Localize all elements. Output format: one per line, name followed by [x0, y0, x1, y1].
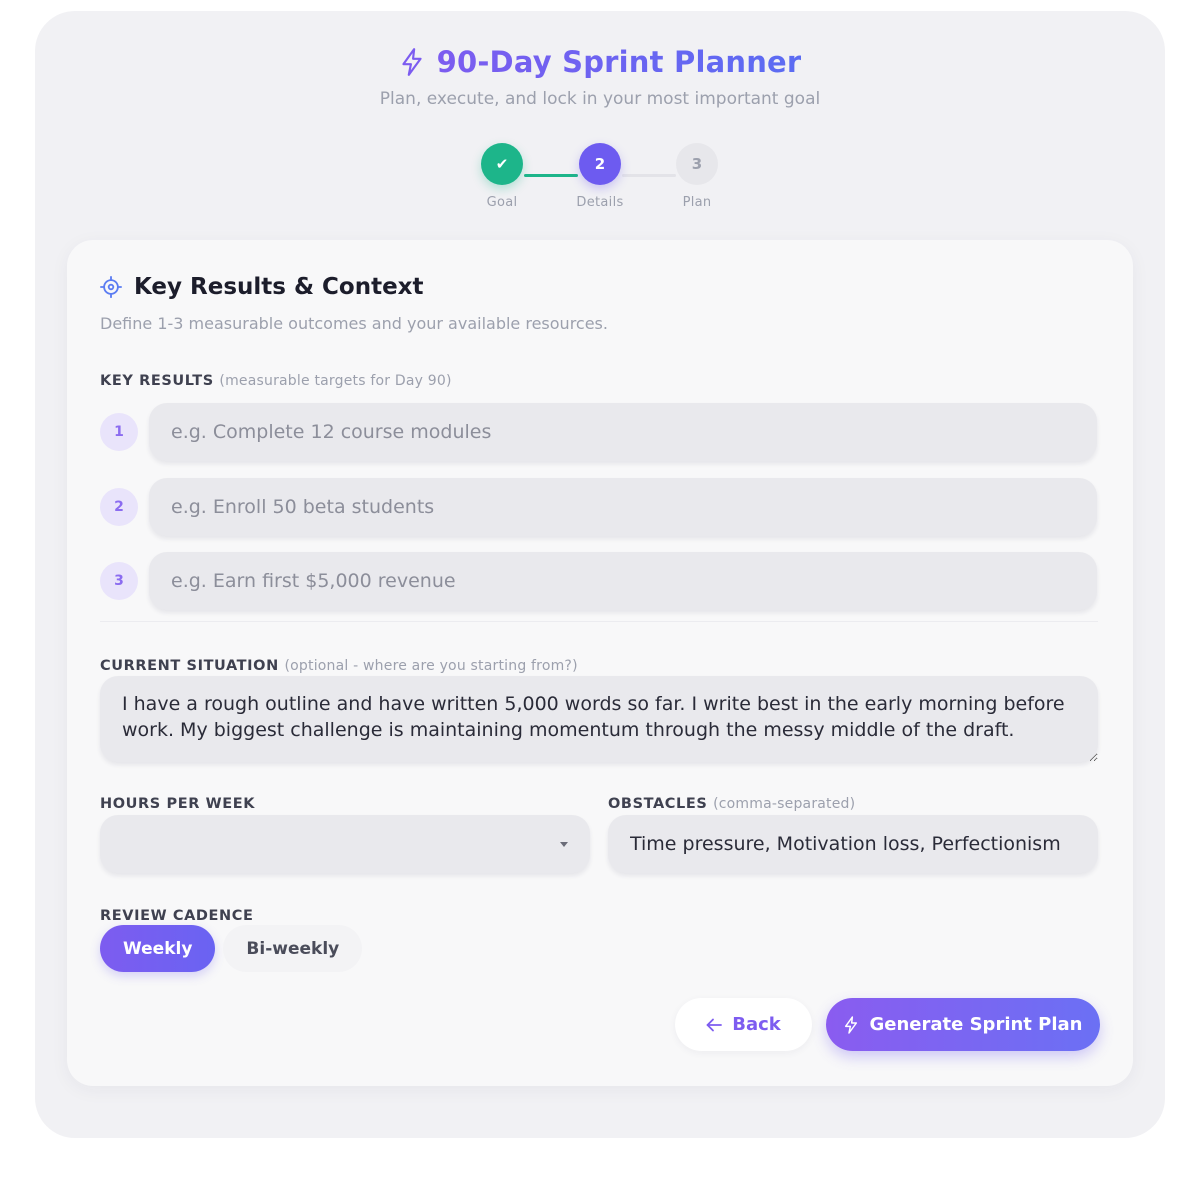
step-label: Goal [486, 195, 518, 210]
key-result-input-3[interactable] [149, 552, 1097, 610]
review-cadence-label: REVIEW CADENCE [100, 908, 254, 924]
progress-stepper: ✔ Goal 2 Details 3 Plan [35, 143, 1165, 223]
step-number: 2 [579, 143, 621, 185]
step-label: Plan [682, 195, 712, 210]
hours-per-week-select[interactable] [100, 815, 590, 873]
cadence-weekly-option[interactable]: Weekly [100, 925, 216, 972]
back-button-label: Back [732, 1014, 781, 1035]
key-result-row: 2 [100, 478, 1098, 536]
details-card: Key Results & Context Define 1-3 measura… [67, 240, 1133, 1086]
step-label: Details [576, 195, 624, 210]
generate-sprint-plan-button[interactable]: Generate Sprint Plan [826, 998, 1100, 1051]
app-container: 90-Day Sprint Planner Plan, execute, and… [35, 11, 1165, 1138]
arrow-left-icon [706, 1018, 723, 1031]
cadence-biweekly-option[interactable]: Bi-weekly [223, 925, 363, 972]
step-details[interactable]: 2 Details [560, 143, 640, 210]
review-cadence-options: Weekly Bi-weekly [100, 925, 363, 972]
header: 90-Day Sprint Planner [35, 45, 1165, 79]
step-plan[interactable]: 3 Plan [657, 143, 737, 210]
caret-down-icon [560, 842, 568, 847]
key-result-input-2[interactable] [149, 478, 1097, 536]
current-situation-label: CURRENT SITUATION (optional - where are … [100, 658, 578, 674]
hours-per-week-label: HOURS PER WEEK [100, 796, 256, 812]
back-button[interactable]: Back [675, 998, 812, 1051]
card-title: Key Results & Context [134, 274, 424, 300]
key-result-input-1[interactable] [149, 403, 1097, 461]
key-result-row: 3 [100, 552, 1098, 610]
step-goal[interactable]: ✔ Goal [462, 143, 542, 210]
key-result-number: 2 [100, 488, 138, 526]
page-title: 90-Day Sprint Planner [436, 45, 802, 79]
key-result-row: 1 [100, 403, 1098, 461]
generate-button-label: Generate Sprint Plan [869, 1014, 1083, 1035]
key-results-label: KEY RESULTS (measurable targets for Day … [100, 373, 452, 389]
bolt-icon [401, 48, 422, 76]
key-result-number: 3 [100, 562, 138, 600]
target-icon [100, 276, 122, 298]
bolt-icon [845, 1015, 858, 1034]
card-header: Key Results & Context [100, 274, 424, 300]
current-situation-textarea[interactable]: I have a rough outline and have written … [100, 676, 1098, 762]
step-complete-check: ✔ [481, 143, 523, 185]
key-result-number: 1 [100, 413, 138, 451]
obstacles-label: OBSTACLES (comma-separated) [608, 796, 856, 812]
card-description: Define 1-3 measurable outcomes and your … [100, 314, 608, 333]
obstacles-input[interactable] [608, 815, 1098, 873]
page-subtitle: Plan, execute, and lock in your most imp… [379, 89, 821, 109]
section-divider [100, 621, 1098, 622]
step-number: 3 [676, 143, 718, 185]
